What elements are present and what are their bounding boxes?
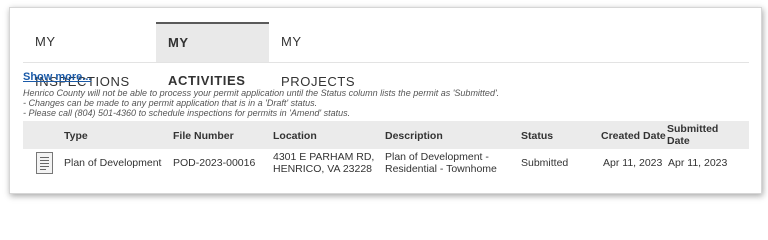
document-icon[interactable] (36, 152, 53, 174)
column-header-location[interactable]: Location (273, 130, 317, 142)
cell-type: Plan of Development (64, 157, 162, 169)
tab-bar: MY INSPECTIONS MY ACTIVITIES MY PROJECTS (23, 22, 379, 89)
table-row[interactable]: Plan of Development POD-2023-00016 4301 … (23, 149, 749, 179)
cell-description: Plan of Development - Residential - Town… (385, 151, 497, 175)
note-line: - Changes can be made to any permit appl… (23, 98, 318, 108)
column-header-submitted-date[interactable]: Submitted Date (667, 123, 718, 147)
show-more-link[interactable]: Show more... (23, 71, 91, 83)
column-header-status[interactable]: Status (521, 130, 553, 142)
note-line: - Please call (804) 501-4360 to schedule… (23, 108, 351, 118)
tab-my-inspections[interactable]: MY INSPECTIONS (23, 22, 156, 89)
cell-status: Submitted (521, 157, 569, 169)
note-line: Henrico County will not be able to proce… (23, 88, 500, 98)
tab-my-projects[interactable]: MY PROJECTS (269, 22, 379, 89)
instructions-text: Henrico County will not be able to proce… (23, 88, 723, 118)
tab-my-activities[interactable]: MY ACTIVITIES (156, 22, 269, 88)
column-header-description[interactable]: Description (385, 130, 443, 142)
cell-created-date: Apr 11, 2023 (603, 157, 663, 169)
cell-submitted-date: Apr 11, 2023 (668, 157, 728, 169)
column-header-type[interactable]: Type (64, 130, 88, 142)
cell-location: 4301 E PARHAM RD, HENRICO, VA 23228 (273, 151, 375, 175)
cell-file-number: POD-2023-00016 (173, 157, 256, 169)
column-header-file-number[interactable]: File Number (173, 130, 234, 142)
tab-divider (23, 62, 749, 63)
table-header: Type File Number Location Description St… (23, 121, 749, 149)
column-header-created-date[interactable]: Created Date (601, 130, 666, 142)
